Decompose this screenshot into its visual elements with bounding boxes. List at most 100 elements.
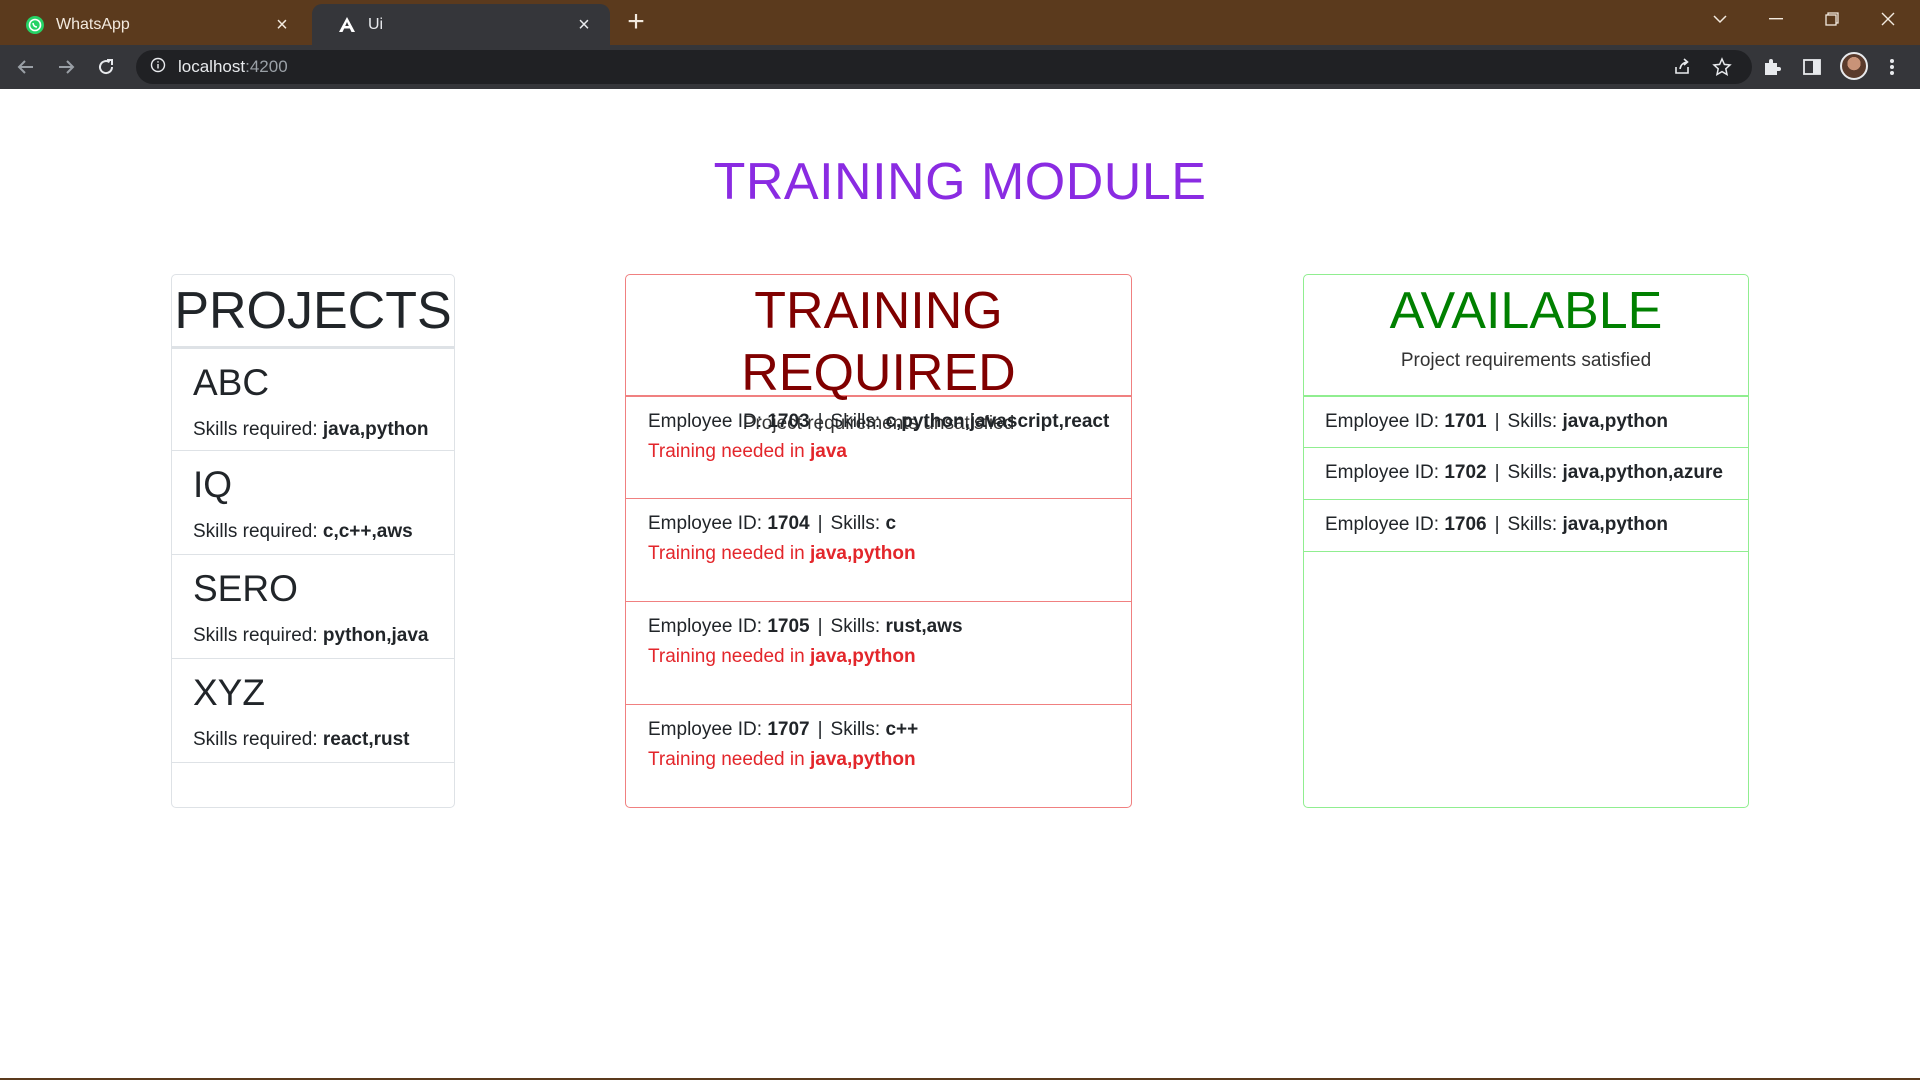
close-tab-icon[interactable]: × [272, 15, 292, 35]
separator: | [817, 411, 823, 432]
extensions-puzzle-icon[interactable] [1758, 53, 1786, 81]
employee-skills: c++ [885, 719, 919, 740]
project-skills: Skills required: java,python [193, 419, 433, 441]
whatsapp-icon [24, 14, 46, 36]
training-needed: Training needed in java,python [648, 646, 1109, 668]
separator: | [1494, 514, 1500, 535]
employee-id-label: Employee ID: [648, 616, 768, 637]
profile-avatar[interactable] [1840, 52, 1868, 80]
forward-arrow-icon[interactable] [52, 53, 80, 81]
skills-label: Skills: [830, 513, 886, 534]
employee-id: 1706 [1444, 514, 1487, 535]
project-skills: Skills required: python,java [193, 625, 433, 647]
url-host: localhost [178, 57, 246, 76]
share-icon[interactable] [1668, 53, 1696, 81]
projects-heading: PROJECTS [174, 282, 452, 340]
project-name: SERO [193, 568, 298, 609]
page-title: TRAINING MODULE [713, 153, 1207, 211]
available-employee-item: Employee ID: 1701 | Skills: java,python [1304, 396, 1748, 448]
project-item: ABC Skills required: java,python [172, 347, 454, 451]
browser-toolbar: localhost:4200 [0, 45, 1920, 89]
project-item: XYZ Skills required: react,rust [172, 659, 454, 763]
training-required-card: TRAINING REQUIRED Project requirements u… [625, 274, 1132, 808]
close-window-button[interactable] [1860, 0, 1916, 38]
address-bar[interactable]: localhost:4200 [136, 50, 1752, 84]
close-tab-icon[interactable]: × [574, 15, 594, 35]
employee-skills: java,python [1562, 514, 1669, 535]
employee-id-label: Employee ID: [648, 719, 768, 740]
employee-info: Employee ID: 1705 | Skills: rust,aws [648, 616, 1109, 638]
employee-id-label: Employee ID: [1325, 514, 1445, 535]
skills-label: Skills: [830, 411, 886, 432]
employee-id-label: Employee ID: [1325, 411, 1445, 432]
employee-id-label: Employee ID: [1325, 462, 1445, 483]
bookmark-star-icon[interactable] [1708, 53, 1736, 81]
skills-required-value: react,rust [322, 729, 410, 751]
training-needed: Training needed in java,python [648, 543, 1109, 565]
employee-skills: c,python,javascript,react [885, 411, 1110, 432]
training-employee-item: Employee ID: 1704 | Skills: c Training nee… [626, 499, 1131, 602]
employee-id-label: Employee ID: [648, 513, 768, 534]
training-needed: Training needed in java,python [648, 749, 1109, 771]
reload-icon[interactable] [92, 53, 120, 81]
url-text: localhost:4200 [178, 57, 288, 77]
skills-label: Skills: [1507, 462, 1563, 483]
skills-required-label: Skills required: [193, 521, 323, 543]
available-list: Employee ID: 1701 | Skills: java,python Em… [1304, 396, 1748, 552]
employee-info: Employee ID: 1707 | Skills: c++ [648, 719, 1109, 741]
skills-required-label: Skills required: [193, 625, 323, 647]
tab-search-button[interactable] [1692, 0, 1748, 38]
employee-id: 1707 [767, 719, 810, 740]
available-heading: AVAILABLE [1389, 282, 1663, 340]
restore-button[interactable] [1804, 0, 1860, 38]
employee-info: Employee ID: 1704 | Skills: c [648, 513, 1109, 535]
project-name: IQ [193, 464, 233, 505]
training-employee-item: Employee ID: 1707 | Skills: c++ Training n… [626, 705, 1131, 807]
back-arrow-icon[interactable] [12, 53, 40, 81]
skills-required-value: java,python [322, 419, 429, 441]
tab-whatsapp[interactable]: WhatsApp × [0, 4, 308, 45]
available-employee-item: Employee ID: 1702 | Skills: java,python,az… [1304, 448, 1748, 500]
training-employee-item: Employee ID: 1703 | Skills: c,python,javas… [626, 396, 1131, 499]
available-employee-item: Employee ID: 1706 | Skills: java,python [1304, 500, 1748, 552]
employee-skills: java,python,azure [1562, 462, 1723, 483]
site-info-icon[interactable] [150, 57, 166, 78]
url-port: :4200 [245, 57, 288, 76]
skills-required-value: python,java [322, 625, 429, 647]
menu-kebab-icon[interactable] [1878, 53, 1906, 81]
employee-id: 1701 [1444, 411, 1487, 432]
tab-title: WhatsApp [56, 15, 130, 33]
project-item: SERO Skills required: python,java [172, 555, 454, 659]
skills-label: Skills: [1507, 411, 1563, 432]
tab-ui[interactable]: Ui × [312, 4, 610, 45]
project-name: XYZ [193, 672, 265, 713]
skills-required-label: Skills required: [193, 419, 323, 441]
available-card-header: AVAILABLE Project requirements satisfied [1304, 275, 1748, 396]
training-needed-label: Training needed in [648, 543, 810, 564]
project-skills: Skills required: react,rust [193, 729, 433, 751]
training-list: Employee ID: 1703 | Skills: c,python,javas… [626, 396, 1131, 807]
employee-skills: c [885, 513, 897, 534]
employee-info: Employee ID: 1703 | Skills: c,python,javas… [648, 411, 1109, 433]
training-needed-label: Training needed in [648, 749, 810, 770]
skills-label: Skills: [830, 719, 886, 740]
minimize-button[interactable] [1748, 0, 1804, 38]
employee-id: 1702 [1444, 462, 1487, 483]
separator: | [1494, 411, 1500, 432]
project-item: IQ Skills required: c,c++,aws [172, 451, 454, 555]
employee-id-label: Employee ID: [648, 411, 768, 432]
training-employee-item: Employee ID: 1705 | Skills: rust,aws Train… [626, 602, 1131, 705]
separator: | [817, 513, 823, 534]
new-tab-button[interactable]: + [622, 7, 650, 37]
angular-icon [336, 14, 358, 36]
project-skills: Skills required: c,c++,aws [193, 521, 433, 543]
separator: | [817, 616, 823, 637]
training-needed-label: Training needed in [648, 441, 810, 462]
training-needed-skills: java,python [809, 646, 916, 667]
employee-id: 1705 [767, 616, 810, 637]
side-panel-icon[interactable] [1798, 53, 1826, 81]
employee-skills: java,python [1562, 411, 1669, 432]
tab-strip: WhatsApp × Ui × + [0, 0, 1920, 45]
training-needed-skills: java [809, 441, 847, 462]
skills-label: Skills: [830, 616, 886, 637]
